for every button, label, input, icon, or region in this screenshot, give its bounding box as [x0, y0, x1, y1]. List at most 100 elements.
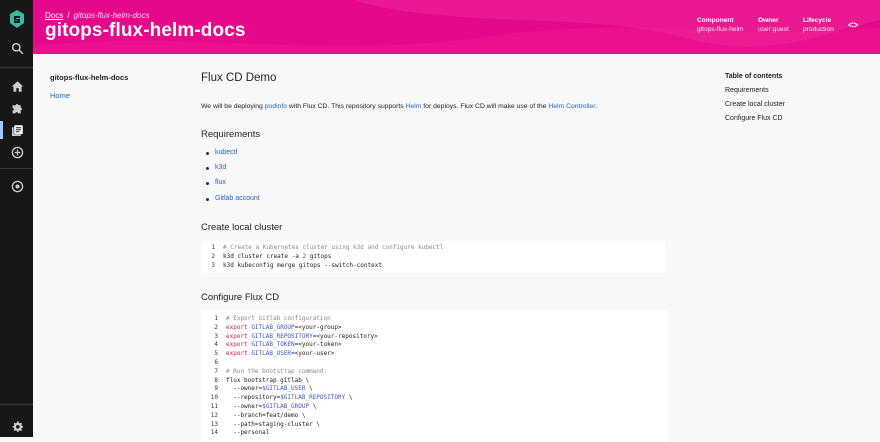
- helm-controller-link[interactable]: Helm Controller: [548, 103, 595, 110]
- page-title: gitops-flux-helm-docs: [45, 20, 246, 41]
- code-text: flux bootstrap gitlab \: [226, 376, 310, 384]
- code-text: --path=staging-cluster \: [226, 421, 320, 430]
- code-keyword: export: [226, 323, 248, 331]
- toc-item-create-local-cluster[interactable]: Create local cluster: [725, 101, 785, 115]
- code-text: # Run the bootstrap command:: [226, 368, 327, 377]
- line-number: 1: [211, 244, 215, 251]
- toc-title: Table of contents: [725, 73, 783, 80]
- code-text: =<your-token>: [294, 341, 342, 349]
- code-line: 1 # Create a Kubernetes cluster using k3d…: [201, 244, 665, 253]
- list-item: Gitlab account: [206, 195, 260, 210]
- line-number: 2: [211, 252, 215, 260]
- code-line: 3 export GITLAB_REPOSITORY=<your-reposito…: [204, 333, 668, 342]
- code-text: --branch=feat/demo \: [226, 412, 305, 421]
- code-line: 3 k3d kubeconfig merge gitops --switch-co…: [201, 262, 665, 271]
- code-text: --owner=: [226, 402, 263, 410]
- k3d-link[interactable]: k3d: [215, 164, 226, 171]
- code-block-configure-flux[interactable]: 1 # Export Gitlab configuration 2 export GI…: [201, 310, 668, 442]
- code-variable: $GITLAB_GROUP: [262, 402, 310, 410]
- intro-paragraph: We will be deploying podinfo with Flux C…: [201, 103, 597, 110]
- code-text: # Export Gitlab configuration: [226, 315, 331, 324]
- breadcrumb: Docs / gitops-flux-helm-docs: [45, 11, 150, 20]
- doc-title: Flux CD Demo: [201, 72, 277, 84]
- source-code-icon[interactable]: <>: [848, 20, 859, 30]
- code-line: 4 export GITLAB_TOKEN=<your-token>: [204, 341, 668, 350]
- meta-label: Lifecycle: [803, 17, 832, 24]
- toc-item-requirements[interactable]: Requirements: [725, 87, 785, 101]
- create-cluster-heading: Create local cluster: [201, 222, 283, 233]
- breadcrumb-docs-link[interactable]: Docs: [45, 11, 63, 20]
- requirements-heading: Requirements: [201, 129, 261, 140]
- sidebar-divider: [0, 404, 33, 405]
- docs-nav: gitops-flux-helm-docs Home: [50, 73, 128, 100]
- nav-site-title: gitops-flux-helm-docs: [50, 73, 129, 82]
- line-number: 13: [210, 420, 218, 428]
- code-text: export GITLAB_GROUP=<your-group>: [226, 324, 342, 333]
- gitlab-account-link[interactable]: Gitlab account: [215, 195, 260, 202]
- code-text: k3d kubeconfig merge gitops --switch-con…: [223, 261, 382, 269]
- code-text: =<your-repository>: [312, 332, 378, 340]
- code-text: gitops: [306, 252, 332, 260]
- helm-link[interactable]: Helm: [406, 103, 422, 110]
- line-number: 2: [214, 323, 218, 331]
- configure-flux-heading: Configure Flux CD: [201, 292, 280, 303]
- code-text: export GITLAB_REPOSITORY=<your-repositor…: [226, 333, 378, 342]
- code-line: 1 # Export Gitlab configuration: [204, 315, 668, 324]
- meta-lifecycle: Lifecycle production: [803, 17, 834, 33]
- requirements-list: kubectl k3d flux Gitlab account: [201, 149, 260, 210]
- code-text: --owner=: [226, 385, 263, 393]
- search-icon[interactable]: [9, 40, 25, 56]
- code-keyword: export: [226, 350, 248, 358]
- breadcrumb-current: gitops-flux-helm-docs: [73, 11, 150, 20]
- intro-text: with Flux CD. This repository supports: [287, 103, 406, 110]
- gear-icon[interactable]: [9, 418, 25, 434]
- code-comment: # Export Gitlab configuration: [226, 315, 331, 322]
- code-keyword: export: [226, 332, 248, 340]
- code-block-create-cluster[interactable]: 1 # Create a Kubernetes cluster using k3d…: [201, 241, 665, 274]
- code-line: 2 k3d cluster create -a 2 gitops: [201, 253, 665, 262]
- code-comment: # Create a Kubernetes cluster using k3d …: [223, 244, 444, 251]
- code-text: =<your-group>: [294, 323, 342, 331]
- docs-icon[interactable]: [9, 122, 25, 138]
- meta-value[interactable]: user:guest: [758, 26, 789, 33]
- line-number: 5: [214, 350, 218, 358]
- intro-text: .: [595, 103, 598, 110]
- kubectl-link[interactable]: kubectl: [215, 149, 237, 156]
- code-text: --branch=feat/demo \: [226, 411, 306, 419]
- code-line: 13 --path=staging-cluster \: [204, 421, 668, 430]
- backstage-logo-icon[interactable]: [8, 9, 26, 29]
- code-text: flux bootstrap gitlab \: [226, 377, 309, 386]
- code-text: --owner=$GITLAB_USER \: [226, 385, 313, 394]
- code-line: 10 --repository=$GITLAB_REPOSITORY \: [204, 394, 668, 403]
- code-text: \: [309, 402, 317, 410]
- code-line: 2 export GITLAB_GROUP=<your-group>: [204, 324, 668, 333]
- code-line: 8 flux bootstrap gitlab \: [204, 377, 668, 386]
- flux-link[interactable]: flux: [215, 179, 226, 186]
- toc-item-configure-flux-cd[interactable]: Configure Flux CD: [725, 115, 785, 129]
- radar-icon[interactable]: [9, 178, 25, 194]
- line-number: 10: [210, 394, 218, 402]
- code-text: k3d cluster create -a: [223, 252, 303, 260]
- line-number: 7: [214, 367, 218, 375]
- code-keyword: export: [226, 341, 248, 349]
- meta-label: Component: [697, 17, 734, 24]
- sidebar-divider: [0, 168, 33, 169]
- code-variable: GITLAB_USER: [251, 350, 292, 358]
- code-line: 11 --owner=$GITLAB_GROUP \: [204, 403, 668, 412]
- puzzle-icon[interactable]: [9, 100, 25, 116]
- line-number: 11: [210, 402, 218, 410]
- code-text: --repository=$GITLAB_REPOSITORY \: [226, 394, 352, 403]
- code-line: 12 --branch=feat/demo \: [204, 412, 668, 421]
- podinfo-link[interactable]: podinfo: [265, 103, 287, 110]
- meta-value: production: [803, 26, 834, 33]
- code-text: --path=staging-cluster \: [226, 420, 320, 428]
- nav-home-link[interactable]: Home: [50, 91, 70, 100]
- code-line: 9 --owner=$GITLAB_USER \: [204, 385, 668, 394]
- line-number: 4: [214, 341, 218, 349]
- home-icon[interactable]: [9, 78, 25, 94]
- add-circle-icon[interactable]: [9, 144, 25, 160]
- meta-value[interactable]: gitops-flux-helm: [697, 26, 744, 33]
- code-text: \: [305, 385, 313, 393]
- line-number: 8: [214, 376, 218, 384]
- line-number: 3: [211, 261, 215, 269]
